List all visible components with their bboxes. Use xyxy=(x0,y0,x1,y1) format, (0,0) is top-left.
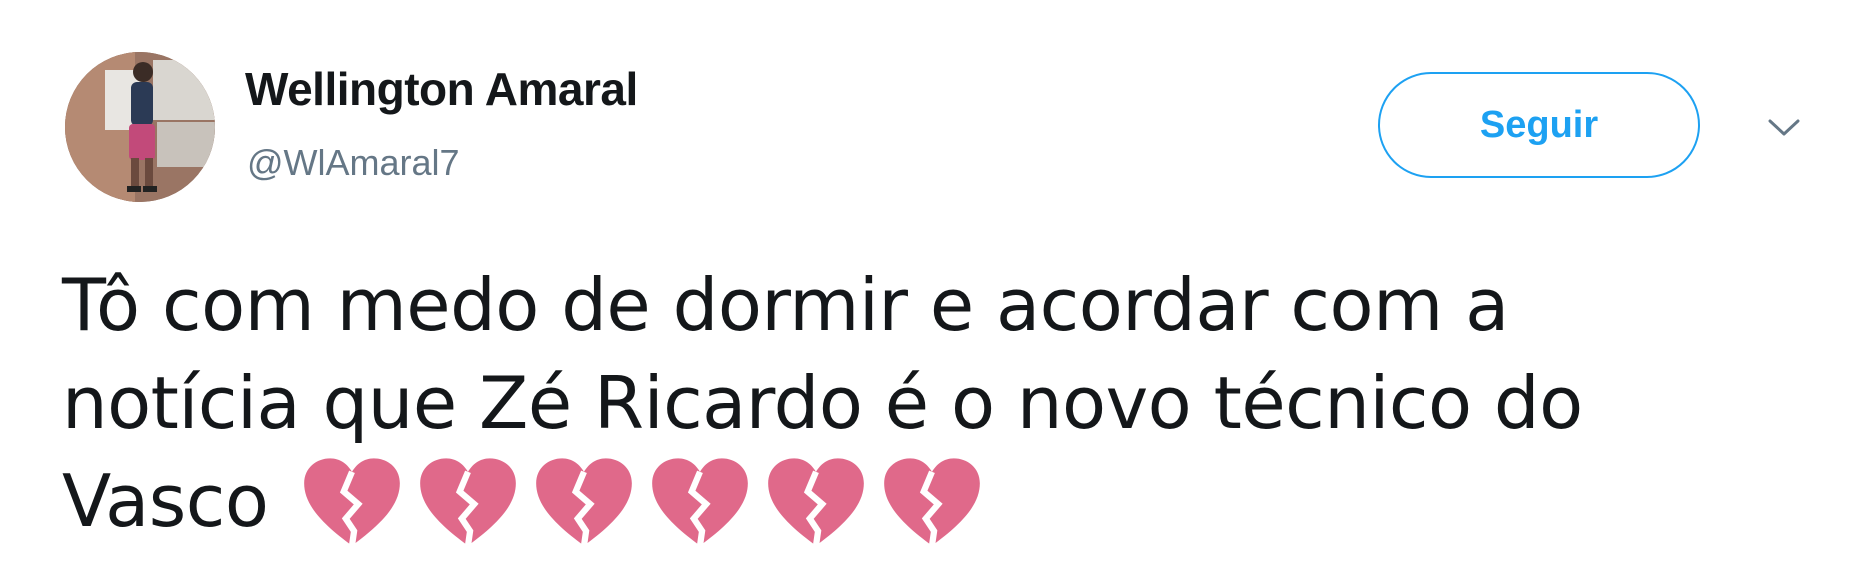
broken-heart-icon xyxy=(768,458,865,546)
tweet-text: Tô com medo de dormir e acordar com a no… xyxy=(62,256,1742,558)
author-username[interactable]: @WlAmaral7 xyxy=(247,142,460,184)
broken-heart-icon xyxy=(536,458,633,546)
tweet-card: Wellington Amaral @WlAmaral7 Seguir Tô c… xyxy=(0,0,1866,575)
chevron-down-icon[interactable] xyxy=(1766,116,1802,140)
follow-button[interactable]: Seguir xyxy=(1378,72,1700,178)
broken-heart-icon xyxy=(304,458,401,546)
broken-heart-icon xyxy=(420,458,517,546)
broken-heart-icon xyxy=(652,458,749,546)
broken-heart-icon xyxy=(884,458,981,546)
emoji-group xyxy=(300,447,996,549)
avatar[interactable] xyxy=(65,52,215,202)
avatar-photo xyxy=(65,52,215,202)
author-display-name[interactable]: Wellington Amaral xyxy=(245,62,638,116)
